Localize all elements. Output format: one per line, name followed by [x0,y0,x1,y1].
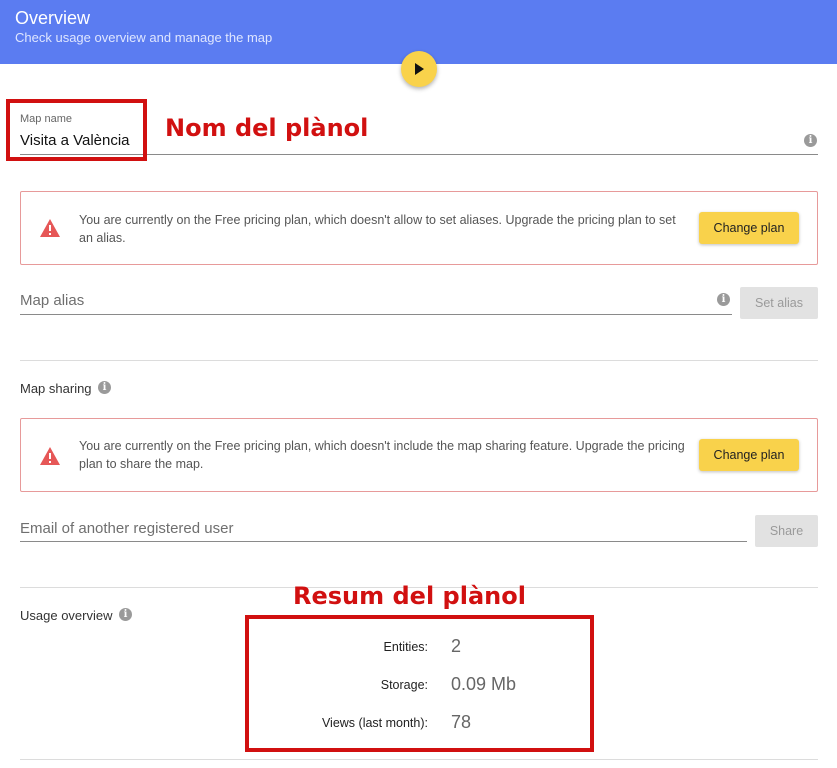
map-alias-input[interactable]: Map alias [20,292,84,309]
page-title: Overview [15,8,91,28]
play-button[interactable] [401,51,437,87]
alias-change-plan-button[interactable]: Change plan [699,212,799,244]
summary-annotation-box [245,615,594,752]
sharing-change-plan-button[interactable]: Change plan [699,439,799,471]
warning-icon [40,447,60,465]
share-button[interactable]: Share [755,515,818,547]
page-subtitle: Check usage overview and manage the map [15,30,273,45]
share-email-underline [20,541,747,542]
map-sharing-title: Map sharing [20,381,92,396]
alias-alert-message: You are currently on the Free pricing pl… [79,213,676,245]
divider [20,360,818,361]
warning-icon [40,219,60,237]
play-icon [415,63,424,75]
usage-overview-info-icon[interactable]: i [119,608,132,621]
share-email-input[interactable]: Email of another registered user [20,520,233,537]
map-name-info-icon[interactable]: i [804,134,817,147]
usage-overview-title: Usage overview [20,608,113,623]
map-name-annotation-label: Nom del plànol [165,114,369,142]
sharing-plan-alert: You are currently on the Free pricing pl… [20,418,818,492]
map-alias-info-icon[interactable]: i [717,293,730,306]
map-name-annotation-box [6,99,147,161]
sharing-alert-message: You are currently on the Free pricing pl… [79,439,685,471]
summary-annotation-label: Resum del plànol [293,582,526,610]
alias-plan-alert: You are currently on the Free pricing pl… [20,191,818,265]
set-alias-button[interactable]: Set alias [740,287,818,319]
divider [20,759,818,760]
map-alias-underline [20,314,732,315]
map-sharing-info-icon[interactable]: i [98,381,111,394]
